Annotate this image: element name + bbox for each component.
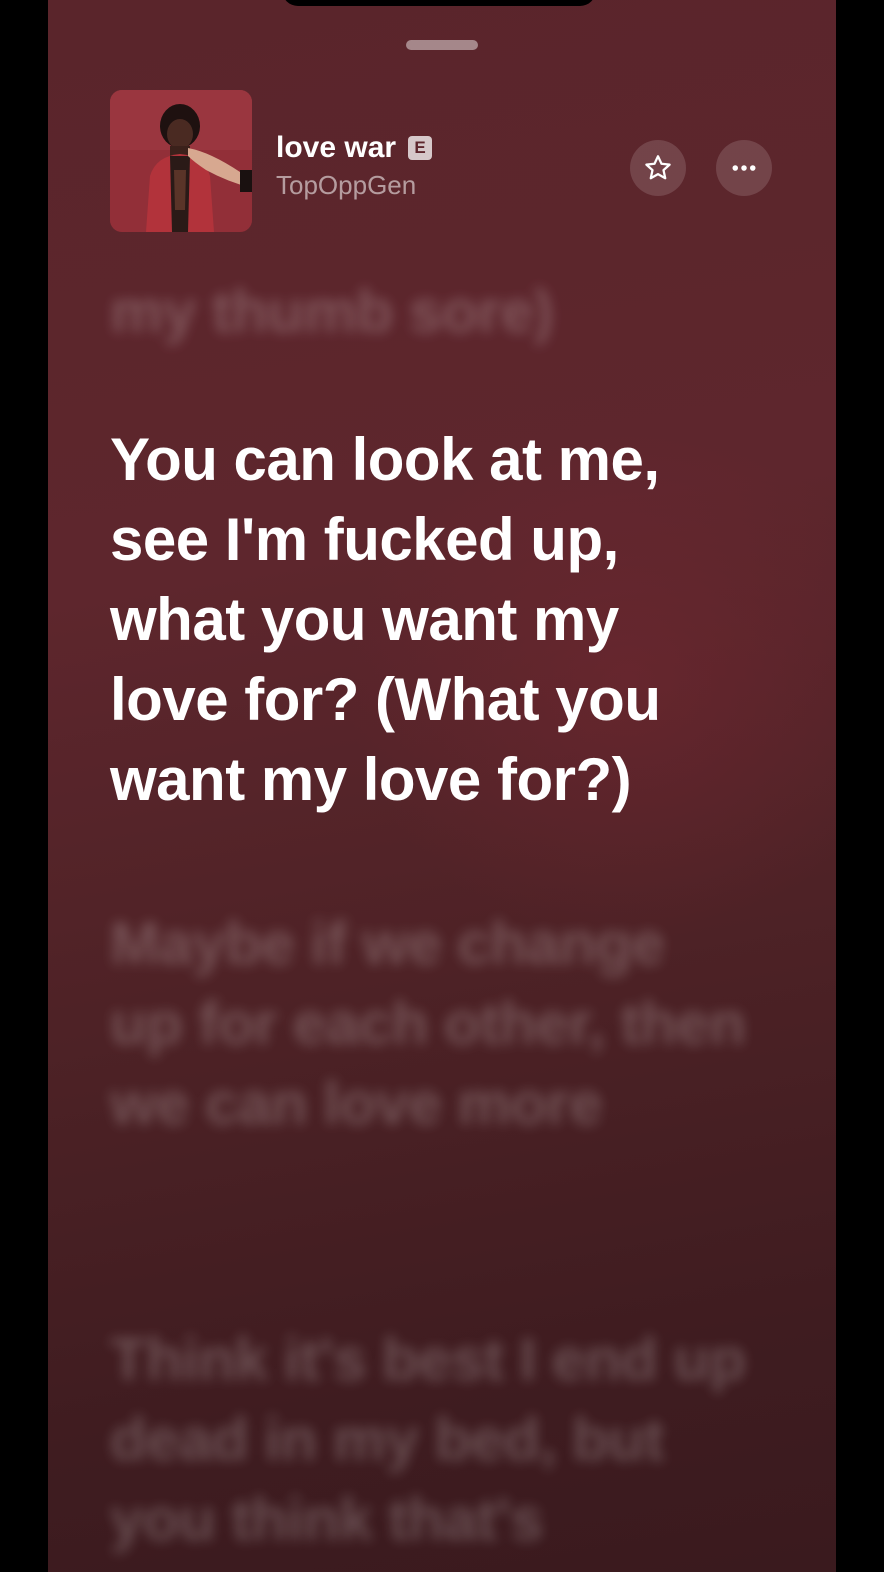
now-playing-header: love war E TopOppGen [110, 90, 774, 232]
album-artwork[interactable] [110, 90, 252, 232]
more-options-button[interactable] [716, 140, 772, 196]
star-icon [645, 155, 671, 180]
lyric-line-next[interactable]: Maybe if we change up for each other, th… [110, 904, 750, 1144]
lyrics-screen: love war E TopOppGen my thumb sore) You … [48, 0, 836, 1572]
album-artwork-image [110, 90, 252, 232]
device-notch [282, 0, 596, 6]
lyric-line-previous[interactable]: my thumb sore) [110, 272, 750, 352]
song-title: love war [276, 131, 397, 164]
title-row: love war E [276, 130, 433, 166]
sheet-grabber[interactable] [406, 40, 478, 50]
favorite-button[interactable] [630, 140, 686, 196]
artist-name[interactable]: TopOppGen [276, 168, 432, 202]
track-info[interactable]: love war E TopOppGen [276, 130, 433, 202]
lyric-line-current[interactable]: You can look at me, see I'm fucked up, w… [110, 420, 750, 820]
explicit-badge: E [408, 136, 433, 160]
lyric-line-following[interactable]: Think it's best I end up dead in my bed,… [110, 1320, 750, 1560]
ellipsis-icon [732, 165, 756, 171]
